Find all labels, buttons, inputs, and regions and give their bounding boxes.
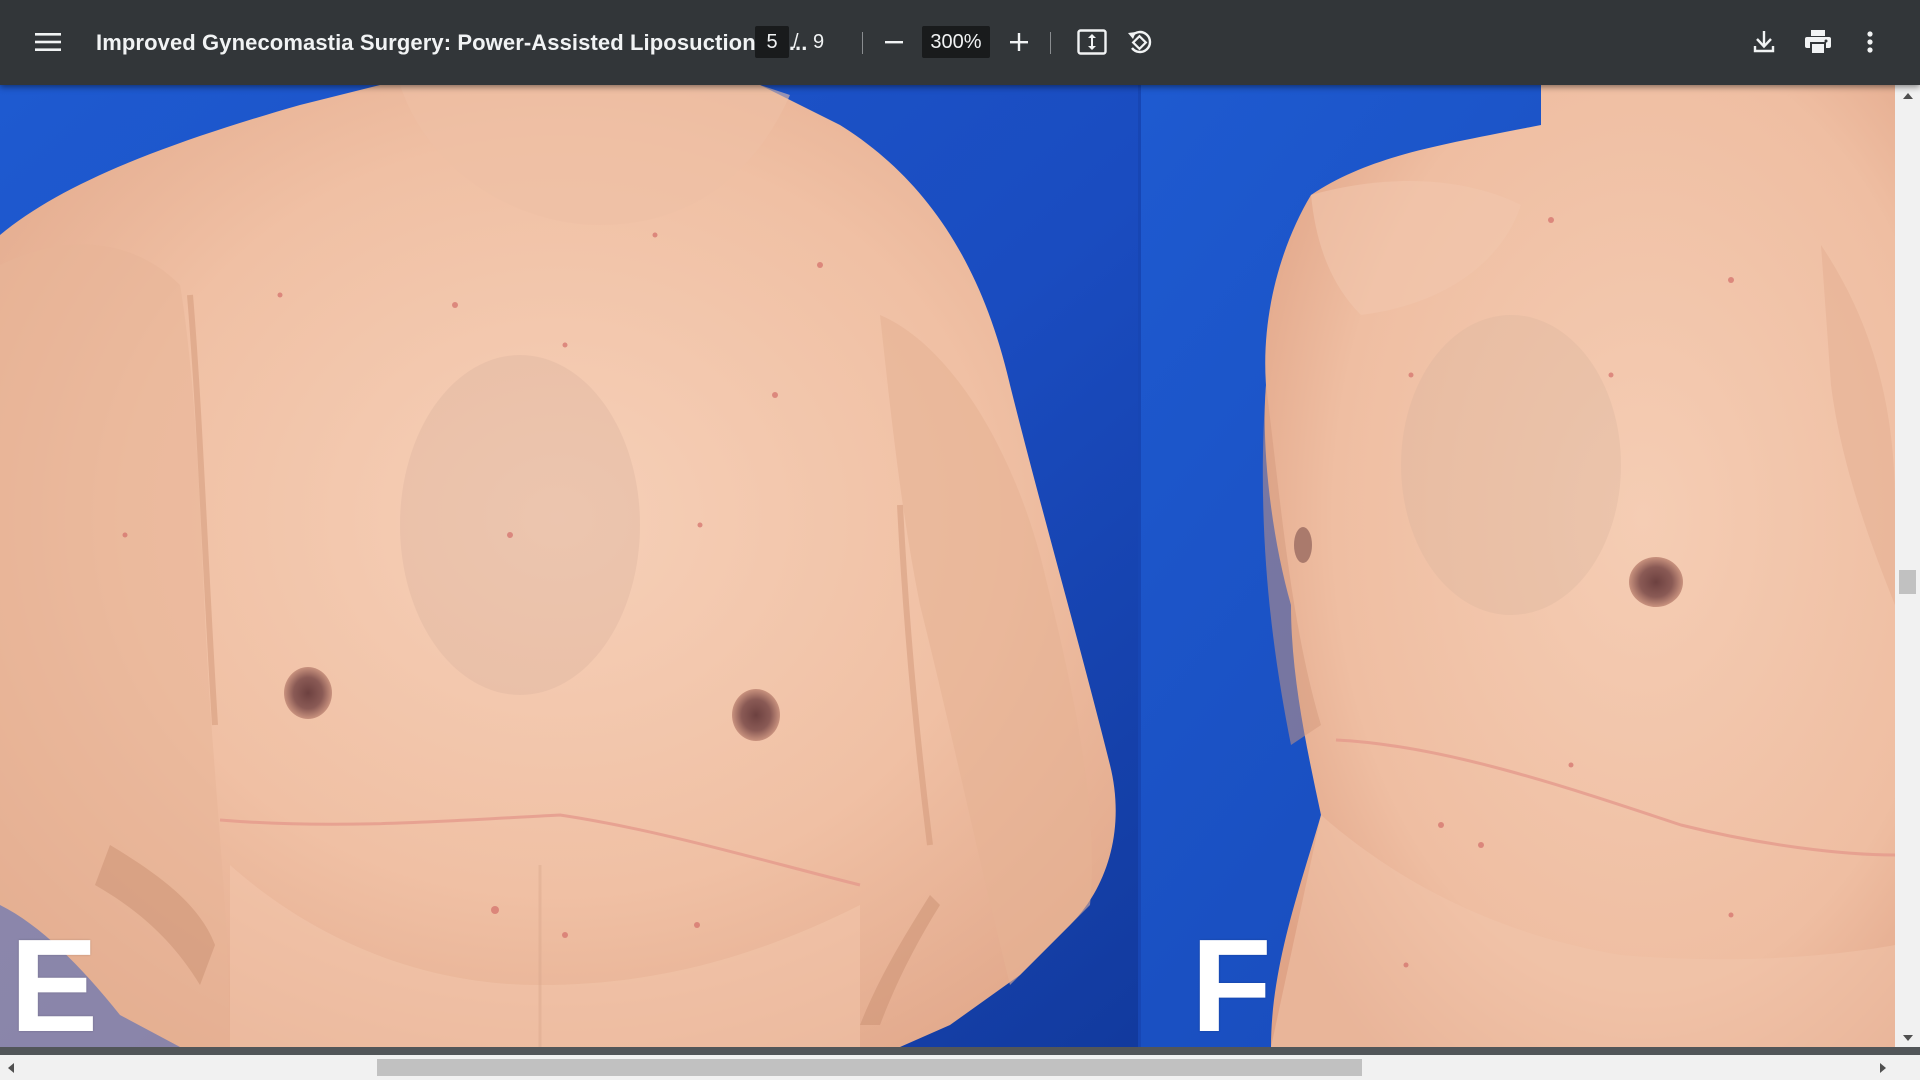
rotate-button[interactable] [1116, 18, 1164, 66]
figure-panel-e: E [0, 85, 1138, 1047]
vertical-scrollbar[interactable] [1895, 85, 1920, 1047]
hamburger-menu-icon [35, 32, 61, 52]
panel-label-f: F [1191, 912, 1272, 1048]
patient-torso-front-photo [0, 85, 1138, 1047]
plus-icon [1009, 32, 1029, 52]
zoom-level-input[interactable]: 300% [922, 26, 990, 58]
document-title: Improved Gynecomastia Surgery: Power-Ass… [96, 30, 808, 55]
total-pages: 9 [813, 31, 825, 53]
more-vertical-icon [1866, 30, 1874, 54]
horizontal-scrollbar[interactable] [0, 1055, 1920, 1080]
print-icon [1804, 29, 1832, 55]
scroll-up-arrow-icon[interactable] [1903, 93, 1913, 99]
fit-to-page-icon [1077, 29, 1107, 55]
fit-page-button[interactable] [1068, 18, 1116, 66]
zoom-out-button[interactable] [870, 18, 918, 66]
toolbar-divider [1050, 32, 1051, 54]
zoom-in-button[interactable] [995, 18, 1043, 66]
page-separator: / [793, 31, 799, 53]
figure-panel-f: F [1141, 85, 1895, 1047]
pdf-page-viewport[interactable]: E F [0, 85, 1895, 1047]
menu-button[interactable] [24, 18, 72, 66]
scroll-right-arrow-icon[interactable] [1880, 1063, 1886, 1073]
scroll-down-arrow-icon[interactable] [1903, 1035, 1913, 1041]
rotate-counterclockwise-icon [1126, 28, 1154, 56]
print-button[interactable] [1794, 18, 1842, 66]
panel-label-e: E [10, 912, 99, 1048]
download-button[interactable] [1740, 18, 1788, 66]
scroll-left-arrow-icon[interactable] [8, 1063, 14, 1073]
pdf-toolbar: Improved Gynecomastia Surgery: Power-Ass… [0, 0, 1920, 85]
toolbar-divider [862, 32, 863, 54]
current-page-input[interactable]: 5 [755, 26, 789, 58]
download-icon [1753, 30, 1775, 54]
vertical-scroll-thumb[interactable] [1899, 570, 1916, 594]
minus-icon [884, 32, 904, 52]
patient-torso-oblique-photo [1141, 85, 1895, 1047]
more-options-button[interactable] [1846, 18, 1894, 66]
horizontal-scroll-thumb[interactable] [377, 1059, 1362, 1076]
